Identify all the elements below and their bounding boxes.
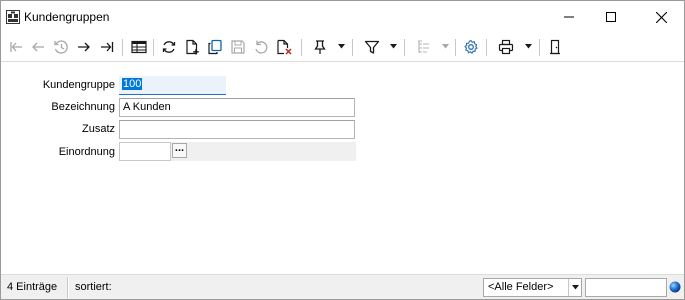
toolbar-separator (404, 39, 405, 56)
next-record-icon (78, 42, 90, 52)
settings-button[interactable] (461, 37, 481, 57)
filter-icon (364, 40, 380, 54)
exit-icon (550, 39, 560, 55)
history-icon (54, 40, 68, 54)
undo-icon (255, 40, 268, 54)
bezeichnung-value: A Kunden (123, 101, 171, 113)
print-button[interactable] (496, 37, 516, 57)
exit-button[interactable] (545, 37, 565, 57)
settings-icon (464, 39, 478, 54)
toolbar-separator (153, 39, 154, 56)
copy-record-icon (208, 39, 222, 55)
maximize-button[interactable] (588, 1, 634, 33)
previous-record-icon (32, 42, 44, 52)
previous-record-button[interactable] (28, 37, 48, 57)
toolbar-separator (539, 39, 540, 56)
record-count: 4 Einträge (7, 281, 58, 293)
quick-search-input[interactable] (585, 278, 667, 297)
first-record-button[interactable] (6, 37, 26, 57)
undo-button[interactable] (251, 37, 271, 57)
toolbar-separator (455, 39, 456, 56)
table-view-button[interactable] (129, 37, 149, 57)
detail-form: Kundengruppe 100 Bezeichnung A Kunden Zu… (1, 63, 684, 274)
toolbar-separator (486, 39, 487, 56)
search-globe-icon[interactable] (669, 281, 681, 293)
new-record-icon (186, 39, 199, 55)
print-dropdown-icon[interactable] (525, 44, 532, 49)
copy-record-button[interactable] (205, 37, 225, 57)
search-field-combo-value: <Alle Felder> (488, 281, 554, 293)
save-icon (231, 40, 245, 54)
field-label-kundengruppe: Kundengruppe (42, 79, 115, 91)
delete-record-icon (277, 39, 292, 55)
status-separator (67, 277, 69, 298)
history-button[interactable] (51, 37, 71, 57)
last-record-icon (101, 42, 114, 52)
close-icon (655, 11, 667, 23)
minimize-icon (564, 16, 574, 18)
filter-dropdown-icon[interactable] (390, 44, 397, 49)
einordnung-lookup-button[interactable]: ... (172, 143, 187, 158)
field-label-zusatz: Zusatz (81, 123, 115, 135)
close-button[interactable] (638, 1, 684, 33)
window-title: Kundengruppen (24, 10, 110, 24)
toolbar-separator (301, 39, 302, 56)
pin-dropdown-icon[interactable] (338, 44, 345, 49)
save-button[interactable] (228, 37, 248, 57)
main-window: Kundengruppen Kundengruppe 100 Bezeichnu… (0, 0, 685, 300)
delete-record-button[interactable] (274, 37, 294, 57)
tree-view-button[interactable] (414, 37, 434, 57)
kundengruppe-value: 100 (122, 78, 143, 90)
minimize-button[interactable] (546, 1, 592, 33)
app-icon (6, 10, 20, 24)
kundengruppe-input[interactable]: 100 (119, 76, 226, 95)
sort-label: sortiert: (75, 281, 112, 293)
zusatz-input[interactable] (119, 120, 355, 139)
first-record-icon (10, 42, 22, 52)
einordnung-input[interactable] (119, 142, 171, 161)
search-field-combo-arrow[interactable] (568, 279, 581, 296)
last-record-button[interactable] (97, 37, 117, 57)
bezeichnung-input[interactable]: A Kunden (119, 98, 355, 117)
field-label-bezeichnung: Bezeichnung (51, 101, 115, 113)
refresh-button[interactable] (159, 37, 179, 57)
chevron-down-icon (571, 285, 579, 290)
field-label-einordnung: Einordnung (58, 146, 115, 158)
table-view-icon (131, 40, 147, 54)
toolbar (1, 33, 684, 62)
pin-button[interactable] (310, 37, 330, 57)
tree-view-dropdown-icon[interactable] (442, 44, 449, 49)
new-record-button[interactable] (182, 37, 202, 57)
pin-icon (314, 40, 326, 54)
refresh-icon (162, 41, 176, 53)
maximize-icon (606, 12, 616, 22)
filter-button[interactable] (362, 37, 382, 57)
toolbar-separator (122, 39, 123, 56)
tree-view-icon (418, 40, 429, 53)
title-bar: Kundengruppen (1, 1, 684, 33)
next-record-button[interactable] (74, 37, 94, 57)
toolbar-separator (352, 39, 353, 56)
status-bar: 4 Einträge sortiert: <Alle Felder> (1, 274, 684, 299)
print-icon (498, 39, 514, 55)
